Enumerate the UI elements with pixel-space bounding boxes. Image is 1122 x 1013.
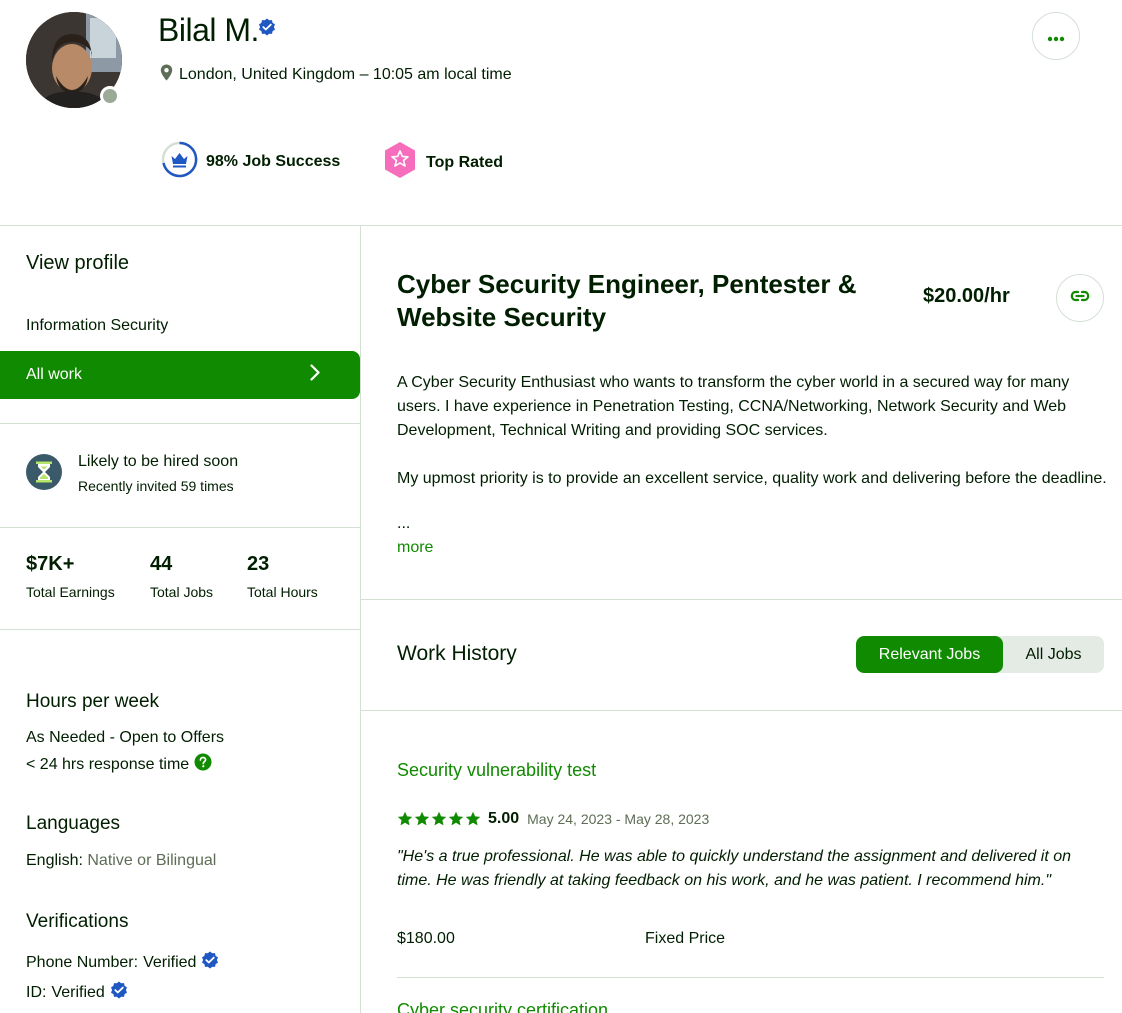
top-rated-star-icon [382,141,418,184]
job-rating-row: 5.00 May 24, 2023 - May 28, 2023 [397,810,709,828]
copy-link-button[interactable] [1056,274,1104,322]
job-price-type: Fixed Price [645,930,726,947]
likely-hired-subtitle: Recently invited 59 times [78,478,234,494]
top-rated-text: Top Rated [426,153,504,171]
map-pin-icon [160,64,173,86]
job-dates: May 24, 2023 - May 28, 2023 [527,811,710,827]
client-review: "He's a true professional. He was able t… [397,848,1072,889]
stat-total-hours-label: Total Hours [247,584,318,600]
all-work-label: All work [26,366,83,383]
phone-label: Phone Number: [26,953,139,971]
location-line: London, United Kingdom – 10:05 am local … [160,64,512,86]
job-divider [397,977,1104,978]
likely-hired-title: Likely to be hired soon [78,453,239,470]
work-history-tabs: Relevant Jobs All Jobs [856,636,1104,673]
verified-badge-icon [110,981,128,1004]
online-status-dot [100,86,120,106]
response-time-line: < 24 hrs response time [26,753,212,776]
response-time-text: < 24 hrs response time [26,755,190,773]
language-name: English: [26,852,83,869]
star-rating [397,811,481,827]
specialty-item-information-security[interactable]: Information Security [26,317,168,335]
job-title-link[interactable]: Security vulnerability test [397,760,596,781]
id-value: Verified [51,983,105,1001]
sidebar-divider-3 [0,629,360,630]
hours-per-week-heading: Hours per week [26,691,160,712]
star-icon [397,811,413,826]
profile-title: Cyber Security Engineer, Pentester & Web… [397,269,857,332]
main-divider-1 [361,599,1122,600]
view-profile-heading: View profile [26,252,130,274]
language-level: Native or Bilingual [87,852,217,869]
stat-total-earnings-label: Total Earnings [26,584,115,600]
chevron-right-icon [310,364,320,386]
job-title-link[interactable]: Cyber security certification [397,1000,608,1013]
top-rated-badge: Top Rated [382,141,503,184]
star-icon [431,811,447,826]
languages-heading: Languages [26,813,121,834]
hourly-rate: $20.00/hr [923,285,1010,307]
more-options-button[interactable] [1032,12,1080,60]
phone-value: Verified [143,953,197,971]
sidebar-divider [360,226,361,1013]
hourglass-icon [26,454,62,490]
main-divider-2 [361,710,1122,711]
profile-name: Bilal M. [158,12,259,48]
language-english: English: Native or Bilingual [26,852,216,870]
more-link[interactable]: more [397,539,433,557]
stat-total-earnings-value: $7K+ [26,553,75,575]
verifications-heading: Verifications [26,911,129,932]
tab-all-jobs[interactable]: All Jobs [1003,636,1104,673]
tab-relevant-jobs[interactable]: Relevant Jobs [856,636,1003,673]
hours-per-week-value: As Needed - Open to Offers [26,729,225,746]
description-ellipsis: ... [397,515,411,532]
specialty-item-all-work[interactable]: All work [0,351,360,399]
sidebar-divider-1 [0,423,360,424]
more-horizontal-icon [1047,26,1065,47]
link-icon [1070,289,1090,307]
location-text: London, United Kingdom – 10:05 am local … [179,66,512,83]
description-paragraph-2: My upmost priority is to provide an exce… [397,470,1107,487]
crown-icon [161,141,198,183]
verified-badge-icon [201,951,219,974]
id-label: ID: [26,983,47,1001]
stat-total-hours-value: 23 [247,553,270,575]
verified-badge-icon [258,18,276,36]
rating-value: 5.00 [488,810,520,827]
stat-total-jobs-label: Total Jobs [150,584,214,600]
question-icon[interactable] [194,753,212,776]
job-price: $180.00 [397,930,455,947]
id-verification: ID: Verified [26,981,128,1004]
phone-verification: Phone Number: Verified [26,951,219,974]
header-divider [0,225,1122,226]
job-success-text: 98% Job Success [206,153,341,170]
stat-total-jobs-value: 44 [150,553,173,575]
job-success-badge: 98% Job Success [161,141,340,183]
star-icon [414,811,430,826]
description-paragraph-1: A Cyber Security Enthusiast who wants to… [397,374,1070,439]
star-icon [448,811,464,826]
star-icon [465,811,481,826]
work-history-heading: Work History [397,642,517,665]
sidebar-divider-2 [0,527,360,528]
